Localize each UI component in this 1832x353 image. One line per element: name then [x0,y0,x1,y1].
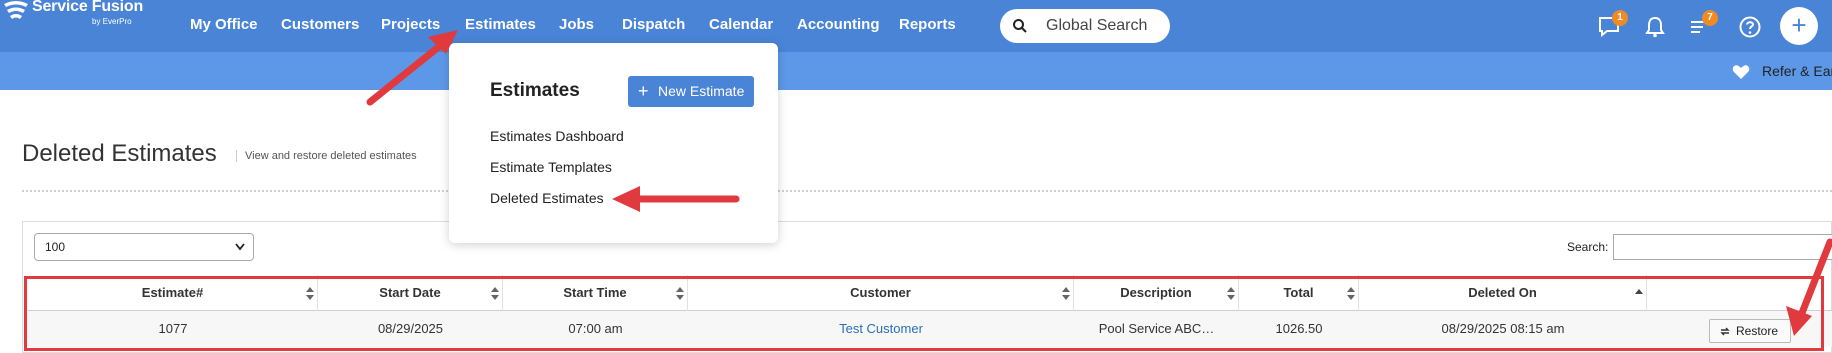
dotted-divider [22,190,1832,192]
nav-jobs[interactable]: Jobs [559,16,594,33]
menu-item-estimates-dashboard[interactable]: Estimates Dashboard [490,128,624,144]
restore-button[interactable]: Restore [1709,319,1791,343]
col-total[interactable]: Total [1239,275,1359,311]
col-estimate-number-label: Estimate# [141,285,204,300]
menu-item-deleted-estimates[interactable]: Deleted Estimates [490,190,604,206]
restore-icon [1720,327,1730,336]
bell-icon[interactable] [1642,14,1668,40]
col-start-time-label: Start Time [563,285,627,300]
page-subtitle: View and restore deleted estimates [236,150,417,162]
nav-dispatch[interactable]: Dispatch [622,16,685,33]
sort-icon [306,287,314,300]
estimates-dropdown-menu: Estimates + New Estimate Estimates Dashb… [449,43,778,243]
cell-total: 1026.50 [1275,321,1323,336]
global-search-input[interactable]: Global Search [1000,9,1170,43]
messages-badge: 1 [1612,10,1628,26]
nav-estimates[interactable]: Estimates [465,16,536,33]
sort-icon [1347,287,1355,300]
nav-projects[interactable]: Projects [381,16,440,33]
col-description[interactable]: Description [1074,275,1239,311]
sort-icon [491,287,499,300]
page-title: Deleted Estimates [22,140,217,167]
logo-mark-icon [4,1,28,19]
nav-my-office[interactable]: My Office [190,16,258,33]
cell-customer-link[interactable]: Test Customer [688,311,1074,347]
nav-calendar[interactable]: Calendar [709,16,773,33]
table-search-label: Search: [1567,240,1609,254]
nav-customers[interactable]: Customers [281,16,359,33]
page-length-value: 100 [45,240,66,254]
col-total-label: Total [1283,285,1314,300]
global-search-placeholder: Global Search [1046,17,1148,34]
page-length-select[interactable]: 100 [34,233,254,261]
heart-icon [1732,65,1750,79]
table-row: 1077 08/29/2025 07:00 am Test Customer P… [28,311,1832,347]
col-start-time[interactable]: Start Time [503,275,688,311]
new-estimate-button[interactable]: + New Estimate [628,76,754,107]
sort-icon [1062,287,1070,300]
sort-asc-icon [1635,289,1643,294]
quick-add-button[interactable]: + [1780,7,1818,45]
sort-icon [1227,287,1235,300]
plus-icon: + [1791,10,1807,40]
col-start-date-label: Start Date [379,285,441,300]
cell-start-time: 07:00 am [568,321,623,336]
help-icon[interactable] [1737,14,1763,40]
plus-icon: + [638,81,649,101]
cell-description: Pool Service ABC… [1098,321,1215,336]
nav-reports[interactable]: Reports [899,16,956,33]
col-deleted-on[interactable]: Deleted On [1359,275,1647,311]
cell-estimate-number: 1077 [158,321,188,336]
dropdown-title: Estimates [490,80,580,101]
col-customer-label: Customer [850,285,911,300]
chevron-down-icon [235,243,245,251]
col-actions [1647,275,1832,311]
service-fusion-logo[interactable]: Service Fusion by EverPro [0,0,150,32]
deleted-estimates-panel: 100 Search: Estimate# Start Date Start T… [22,221,1832,353]
cell-start-date: 08/29/2025 [377,321,444,336]
table-search-input[interactable] [1613,234,1832,260]
nav-accounting[interactable]: Accounting [797,16,880,33]
brand-sub: by EverPro [92,17,132,26]
restore-button-label: Restore [1736,324,1779,338]
col-estimate-number[interactable]: Estimate# [28,275,318,311]
brand-name: Service Fusion [32,0,144,15]
secondary-bar: Refer & Ear [0,52,1832,90]
refer-and-earn-link[interactable]: Refer & Ear [1762,63,1832,79]
cell-deleted-on: 08/29/2025 08:15 am [1441,321,1565,336]
menu-item-estimate-templates[interactable]: Estimate Templates [490,159,612,175]
col-start-date[interactable]: Start Date [318,275,503,311]
table-header-row: Estimate# Start Date Start Time Customer… [28,275,1832,311]
tasks-badge: 7 [1702,10,1718,26]
sort-icon [676,287,684,300]
col-description-label: Description [1120,285,1192,300]
col-customer[interactable]: Customer [688,275,1074,311]
new-estimate-label: New Estimate [658,83,745,99]
col-deleted-on-label: Deleted On [1468,285,1537,300]
search-icon [1013,19,1027,33]
top-navbar: Service Fusion by EverPro My Office Cust… [0,0,1832,52]
